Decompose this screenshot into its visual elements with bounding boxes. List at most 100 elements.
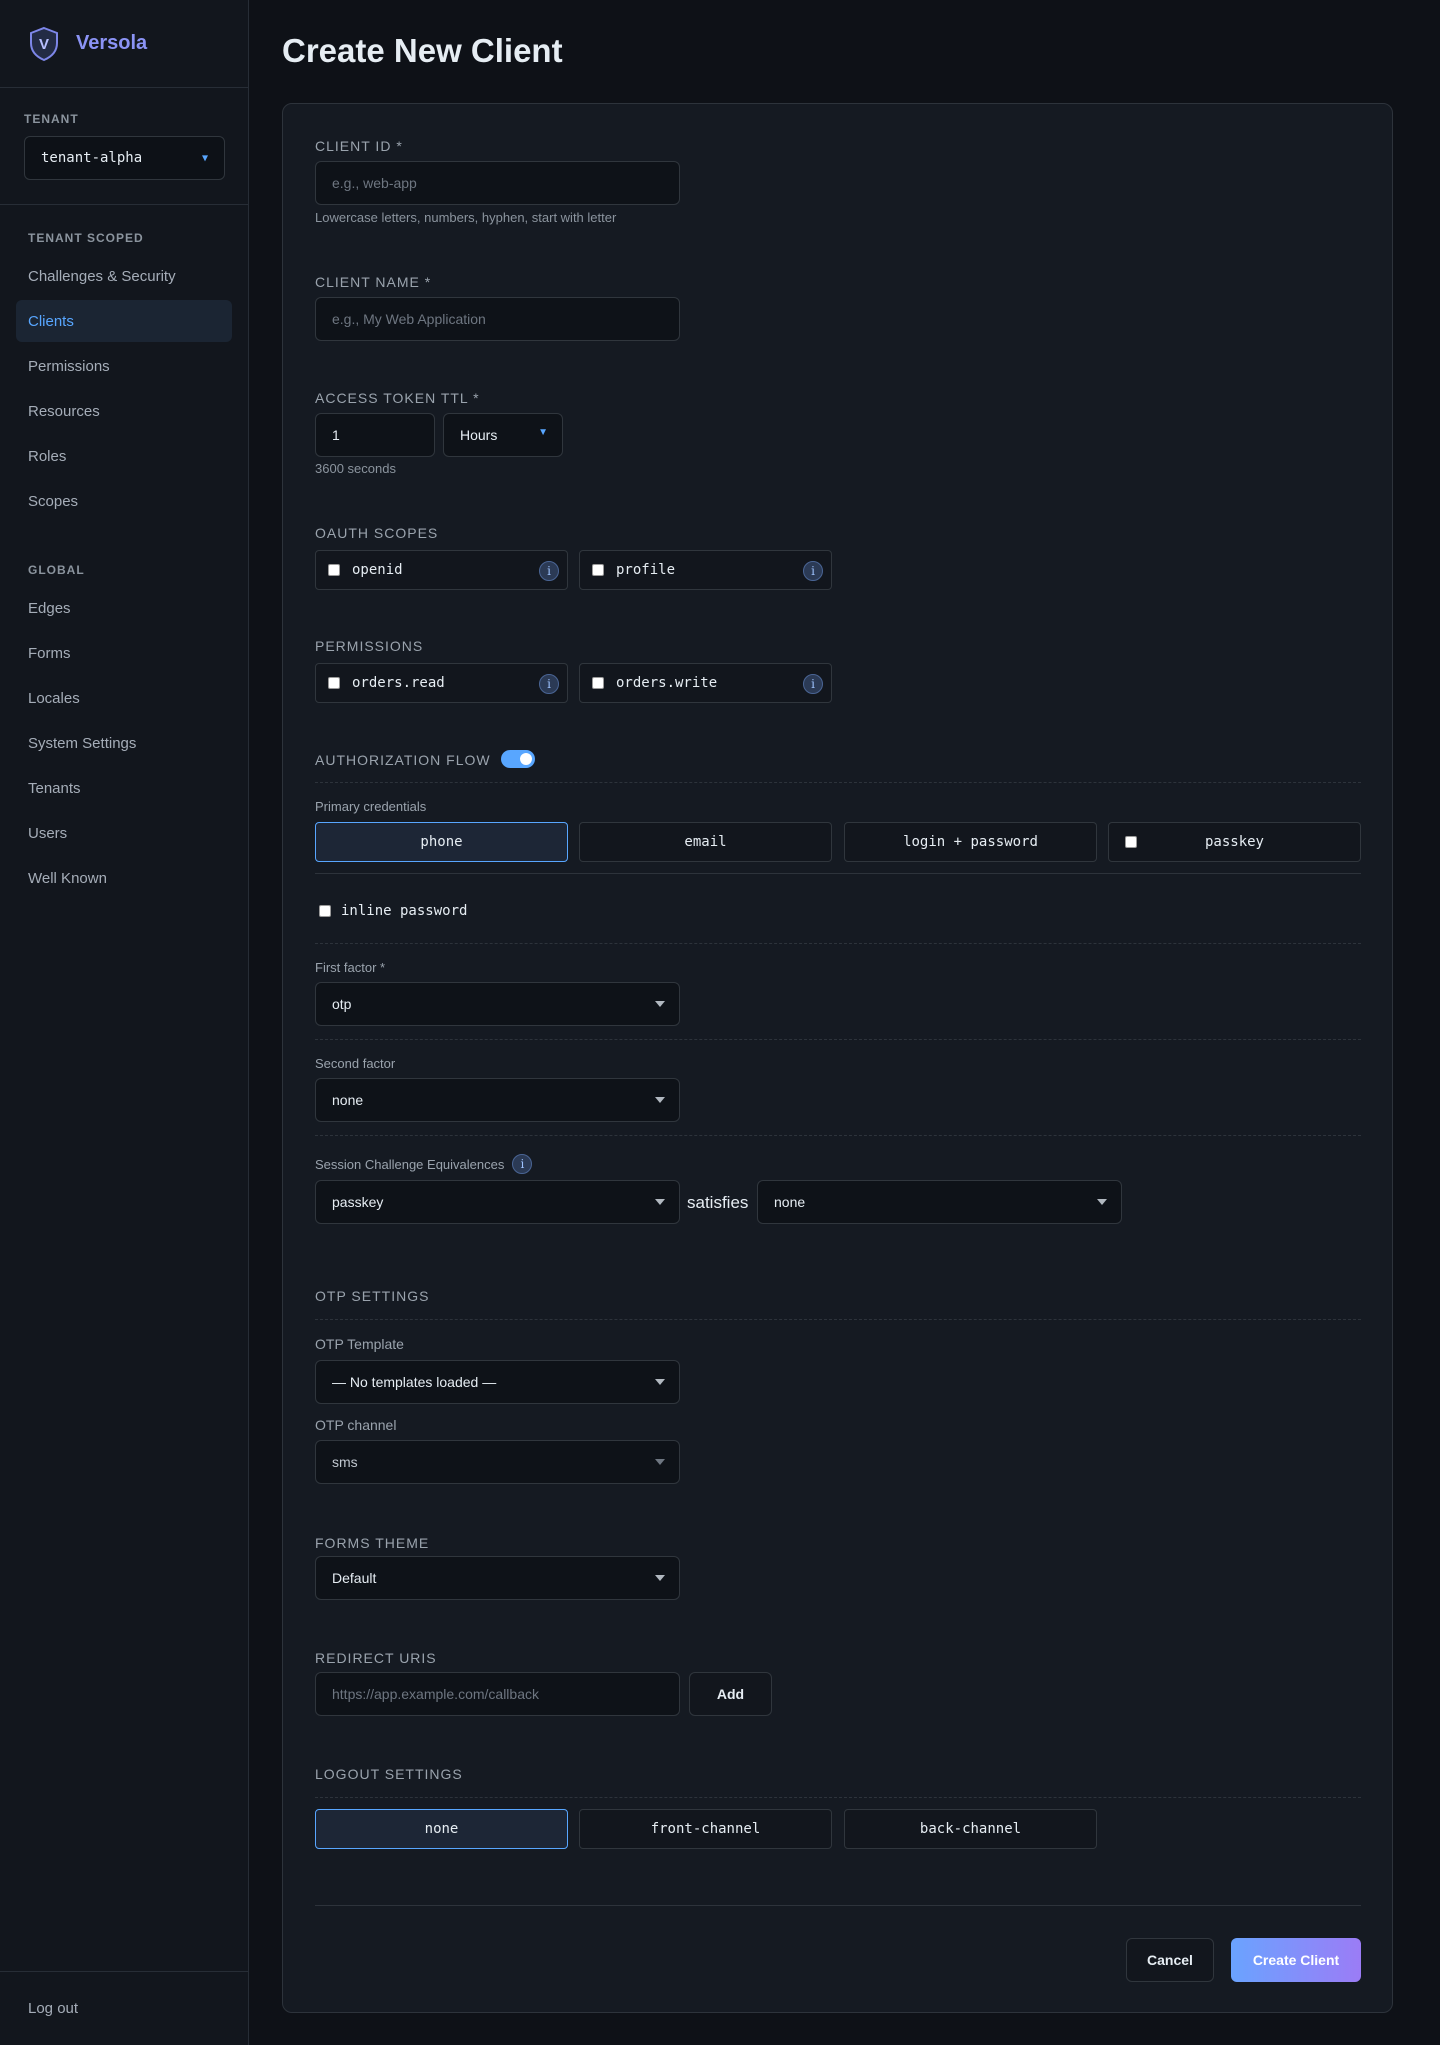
auth-flow-toggle[interactable] [501,750,535,768]
second-factor-label: Second factor [315,1056,396,1071]
logout-option-label: back-channel [919,1821,1022,1837]
info-icon[interactable]: i [803,561,823,581]
inline-password-option[interactable]: inline password [319,903,467,919]
sidebar-item-well-known[interactable]: Well Known [16,857,232,899]
forms-theme-select[interactable]: Default [315,1556,680,1600]
caret-down-icon [655,1459,665,1465]
sidebar-item-clients[interactable]: Clients [16,300,232,342]
otp-template-value: — No templates loaded — [332,1374,497,1390]
primary-credentials-label: Primary credentials [315,799,427,814]
sidebar-item-permissions[interactable]: Permissions [16,345,232,387]
page-title: Create New Client [282,32,563,69]
second-factor-select[interactable]: none [315,1078,680,1122]
brand-name: Versola [76,32,148,54]
otp-template-select[interactable]: — No templates loaded — [315,1360,680,1404]
sidebar-item-challenges-security[interactable]: Challenges & Security [16,255,232,297]
create-client-form: CLIENT ID * e.g., web-app Lowercase lett… [282,103,1393,2013]
equivalence-right-select[interactable]: none [757,1180,1122,1224]
ttl-unit-value: Hours [460,427,498,443]
permission-chip-orders-read[interactable]: orders.read i [315,663,568,703]
tenant-select[interactable]: tenant-alpha ▼ [24,136,225,180]
client-id-placeholder: e.g., web-app [332,175,417,191]
scope-name: profile [616,562,676,578]
otp-channel-select[interactable]: sms [315,1440,680,1484]
sidebar-item-roles[interactable]: Roles [16,435,232,477]
sidebar-item-users[interactable]: Users [16,812,232,854]
otp-template-label: OTP Template [315,1336,404,1352]
sidebar-item-resources[interactable]: Resources [16,390,232,432]
forms-theme-label: FORMS THEME [315,1535,430,1551]
scope-chip-profile[interactable]: profile i [579,550,832,590]
logout-settings-label: LOGOUT SETTINGS [315,1766,463,1782]
equivalence-satisfies-text: satisfies [687,1193,749,1212]
info-icon[interactable]: i [803,674,823,694]
permission-chip-orders-write[interactable]: orders.write i [579,663,832,703]
caret-down-icon [655,1199,665,1205]
nav-caption-global: GLOBAL [28,563,85,577]
equivalences-label-row: Session Challenge Equivalences i [315,1154,533,1174]
sidebar-item-edges[interactable]: Edges [16,587,232,629]
caret-down-icon [655,1097,665,1103]
primary-credential-passkey[interactable]: passkey [1108,822,1361,862]
scope-checkbox[interactable] [592,564,604,576]
redirect-uri-input[interactable]: https://app.example.com/callback [315,1672,680,1716]
client-name-input[interactable]: e.g., My Web Application [315,297,680,341]
create-client-button[interactable]: Create Client [1231,1938,1361,1982]
ttl-hint: 3600 seconds [315,461,396,476]
info-icon[interactable]: i [512,1154,533,1174]
sidebar-item-forms[interactable]: Forms [16,632,232,674]
scope-checkbox[interactable] [328,564,340,576]
info-icon[interactable]: i [539,674,559,694]
add-redirect-uri-button[interactable]: Add [689,1672,772,1716]
permissions-label: PERMISSIONS [315,638,424,654]
logout-option-none[interactable]: none [315,1809,568,1849]
first-factor-select[interactable]: otp [315,982,680,1026]
first-factor-label: First factor * [315,960,386,975]
equivalence-left-value: passkey [332,1194,384,1210]
sidebar: V Versola TENANT tenant-alpha ▼ TENANT S… [0,0,249,2045]
logout-link[interactable]: Log out [0,1971,249,2045]
logout-option-back-channel[interactable]: back-channel [844,1809,1097,1849]
inline-password-checkbox[interactable] [319,905,331,917]
sidebar-item-system-settings[interactable]: System Settings [16,722,232,764]
divider [315,1135,1361,1136]
tenant-block: TENANT tenant-alpha ▼ [0,88,248,205]
cancel-button[interactable]: Cancel [1126,1938,1214,1982]
brand[interactable]: V Versola [0,0,248,88]
equivalences-label: Session Challenge Equivalences [315,1156,505,1172]
primary-credential-phone[interactable]: phone [315,822,568,862]
caret-down-icon [655,1379,665,1385]
equivalence-left-select[interactable]: passkey [315,1180,680,1224]
primary-credential-label: passkey [1204,834,1264,850]
scope-name: openid [352,562,403,578]
ttl-value-input[interactable]: 1 [315,413,435,457]
primary-credential-email[interactable]: email [579,822,832,862]
chevron-down-icon: ▼ [201,152,208,164]
primary-credential-login-password[interactable]: login + password [844,822,1097,862]
otp-channel-label: OTP channel [315,1417,397,1433]
client-id-hint: Lowercase letters, numbers, hyphen, star… [315,210,617,225]
logout-option-front-channel[interactable]: front-channel [579,1809,832,1849]
scope-chip-openid[interactable]: openid i [315,550,568,590]
primary-credential-label: phone [420,834,463,850]
oauth-scopes-label: OAUTH SCOPES [315,525,439,541]
divider [315,1905,1361,1906]
client-name-label: CLIENT NAME * [315,274,432,290]
passkey-checkbox[interactable] [1125,836,1137,848]
client-id-label: CLIENT ID * [315,138,403,154]
shield-logo-icon: V [30,26,58,61]
permission-checkbox[interactable] [592,677,604,689]
client-id-input[interactable]: e.g., web-app [315,161,680,205]
sidebar-item-scopes[interactable]: Scopes [16,480,232,522]
ttl-unit-select[interactable]: Hours ▼ [443,413,563,457]
inline-password-label: inline password [341,903,468,919]
info-icon[interactable]: i [539,561,559,581]
auth-flow-label: AUTHORIZATION FLOW [315,752,491,768]
permission-checkbox[interactable] [328,677,340,689]
logout-option-label: front-channel [650,1821,761,1837]
sidebar-item-locales[interactable]: Locales [16,677,232,719]
divider [315,782,1361,783]
sidebar-item-tenants[interactable]: Tenants [16,767,232,809]
permission-name: orders.read [352,675,445,691]
primary-credential-label: email [684,834,727,850]
